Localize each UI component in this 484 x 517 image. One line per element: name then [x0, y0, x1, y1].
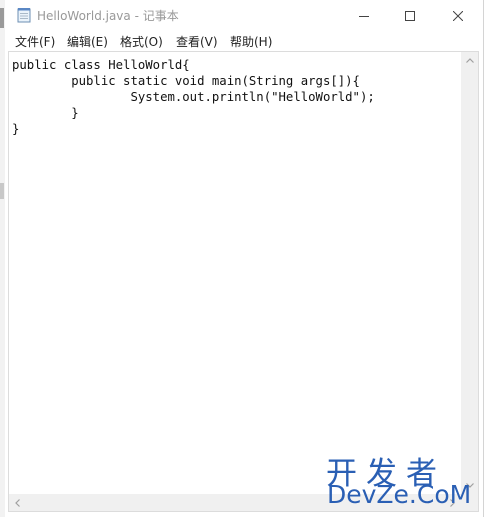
maximize-icon: [405, 10, 415, 21]
close-icon: [453, 10, 463, 21]
notepad-window: HelloWorld.java - 记事本 文件(F) 编辑(E) 格式(O) …: [5, 0, 484, 517]
menu-help[interactable]: 帮助(H): [230, 33, 272, 50]
menu-format[interactable]: 格式(O): [120, 33, 163, 50]
text-editor[interactable]: public class HelloWorld{ public static v…: [8, 51, 479, 512]
background-mark: [0, 183, 4, 199]
maximize-button[interactable]: [387, 0, 433, 31]
watermark-english: DevZe.CoM: [327, 480, 472, 509]
chevron-left-icon: [15, 498, 20, 507]
chevron-up-icon: [465, 58, 474, 63]
minimize-button[interactable]: [341, 0, 387, 31]
editor-content[interactable]: public class HelloWorld{ public static v…: [12, 57, 375, 137]
menu-file[interactable]: 文件(F): [15, 33, 55, 50]
minimize-icon: [359, 15, 369, 17]
vertical-scrollbar[interactable]: [461, 52, 478, 494]
menu-bar: 文件(F) 编辑(E) 格式(O) 查看(V) 帮助(H): [5, 31, 483, 51]
notepad-icon: [17, 8, 31, 23]
scroll-up-button[interactable]: [461, 52, 478, 69]
title-bar[interactable]: HelloWorld.java - 记事本: [5, 0, 483, 31]
scroll-left-button[interactable]: [9, 494, 26, 511]
background-mark: [0, 8, 4, 28]
window-title: HelloWorld.java - 记事本: [37, 9, 179, 23]
menu-edit[interactable]: 编辑(E): [67, 33, 108, 50]
close-button[interactable]: [433, 0, 483, 31]
menu-view[interactable]: 查看(V): [176, 33, 218, 50]
watermark: 开发者 DevZe.CoM: [323, 448, 478, 512]
